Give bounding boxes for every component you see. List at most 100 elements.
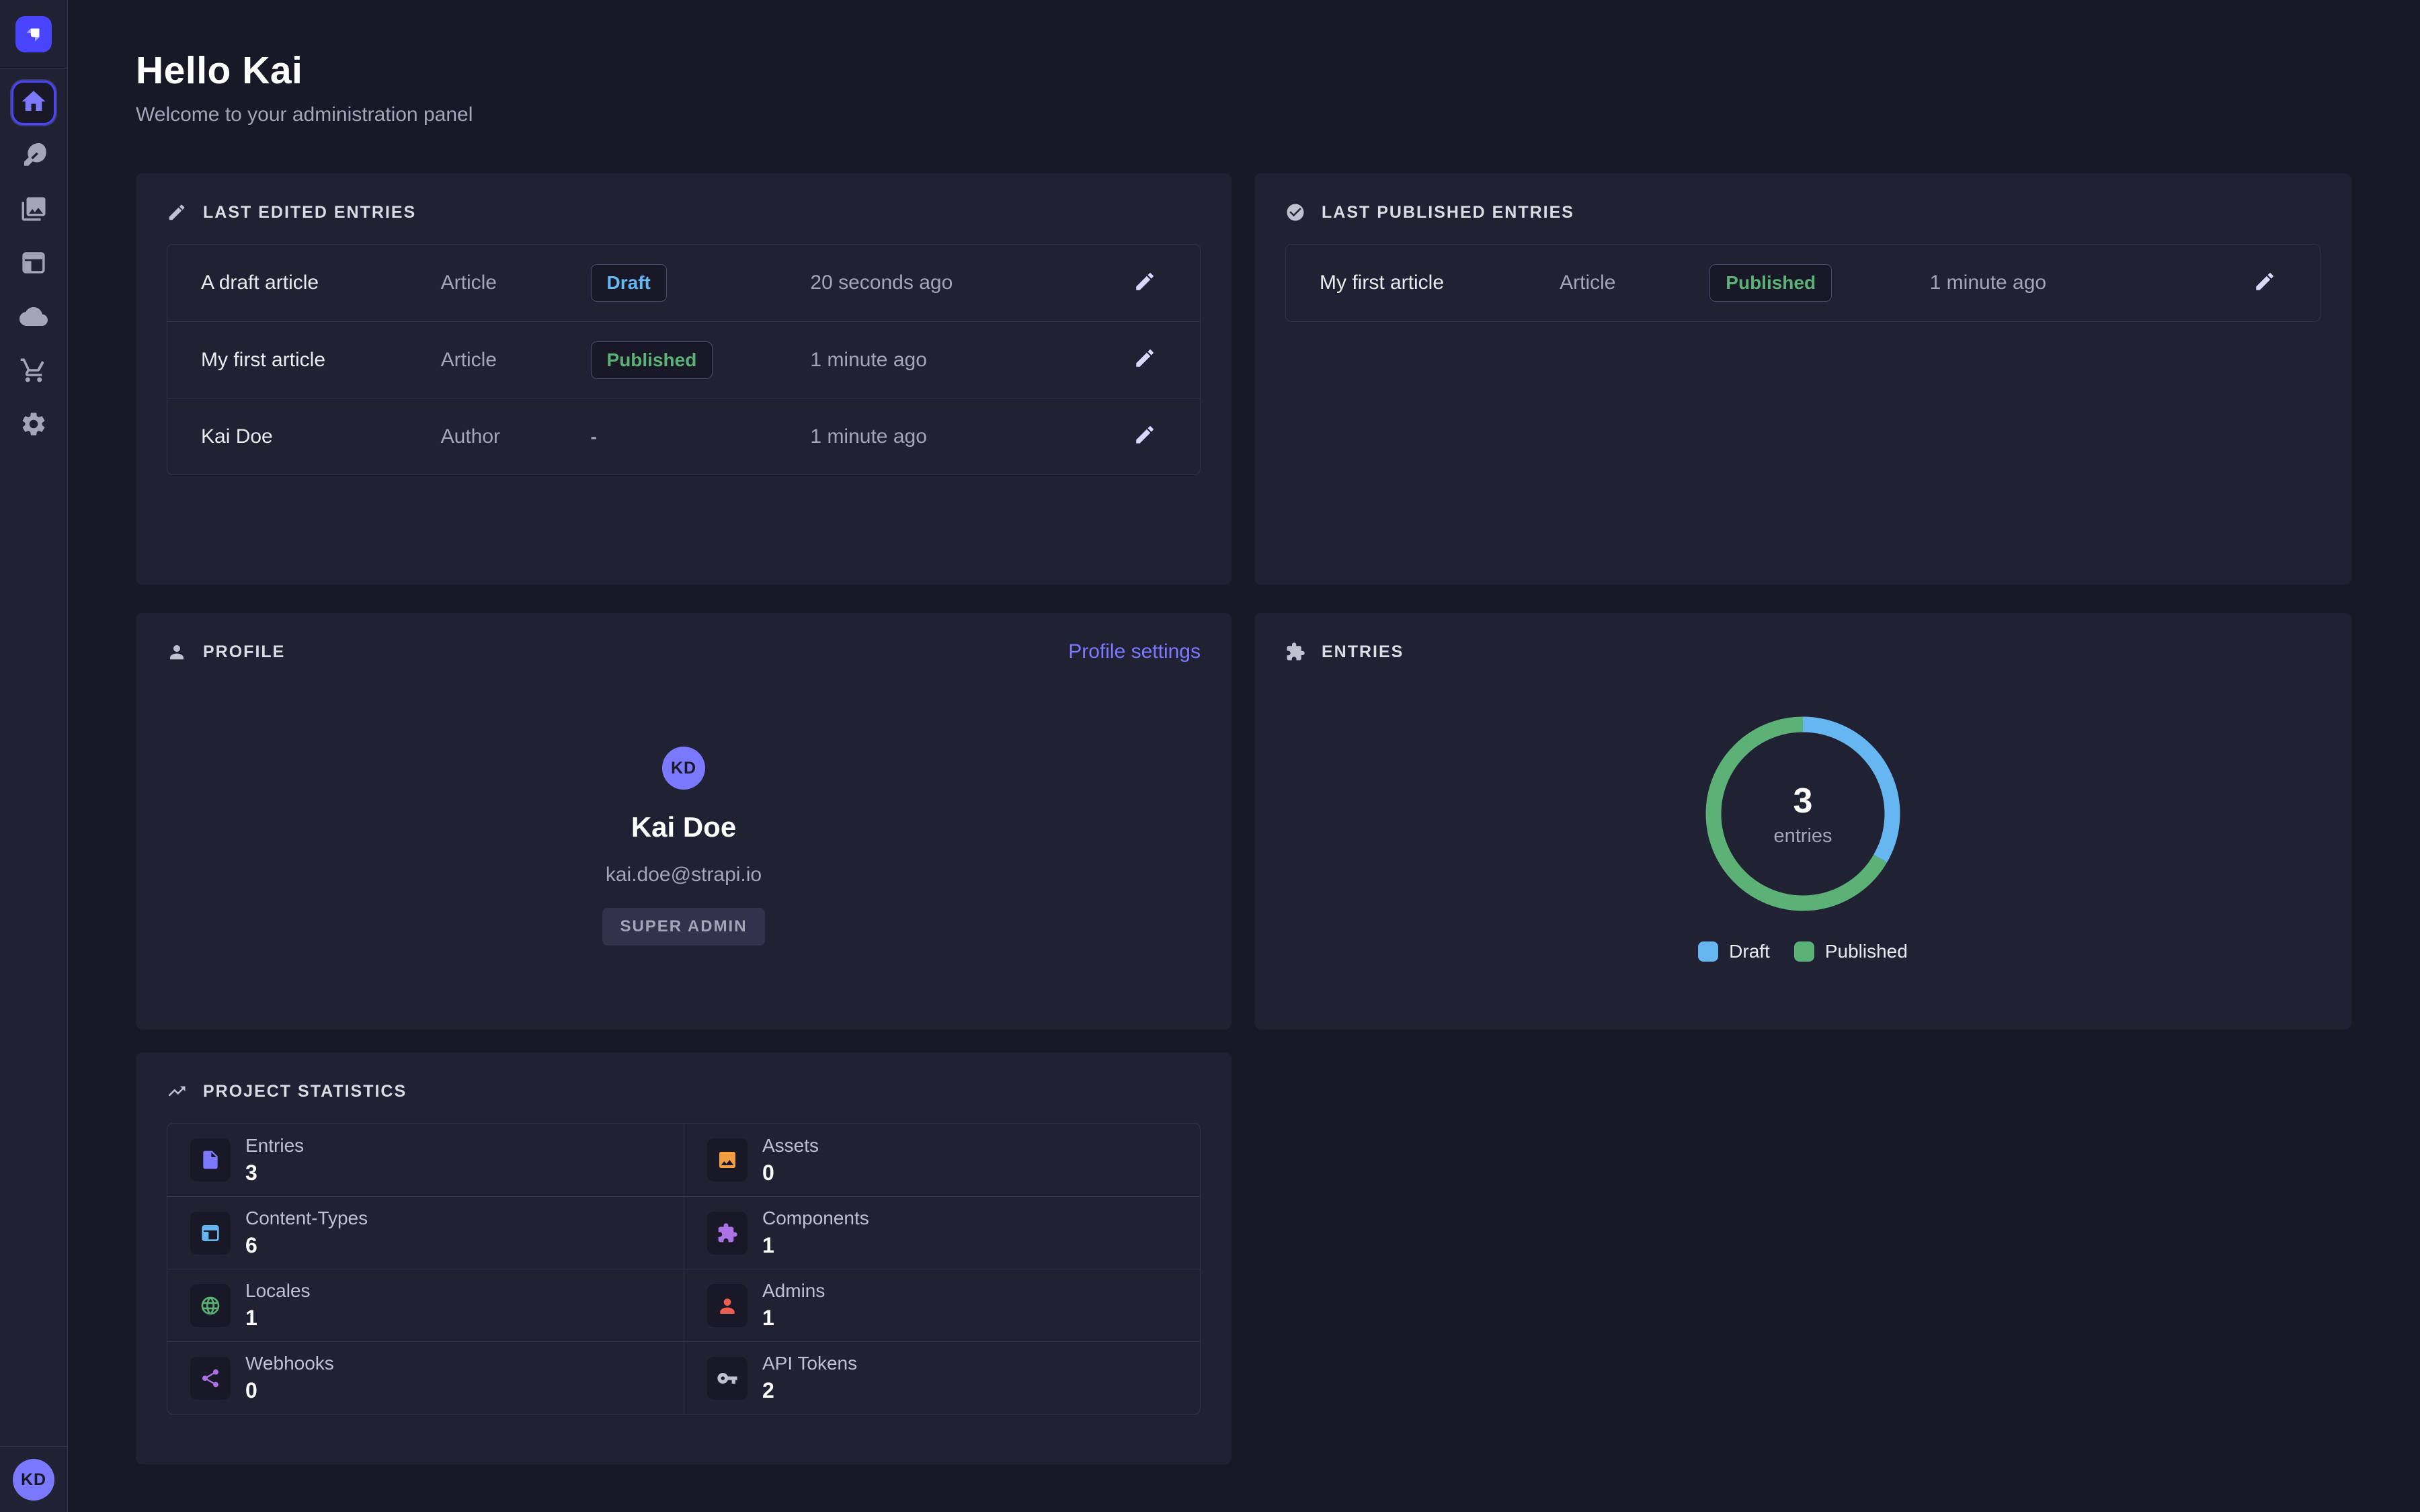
statistics-table: Entries 3 Assets 0 [167,1123,1201,1415]
stat-webhooks: Webhooks 0 [167,1341,684,1414]
edit-pencil-icon[interactable] [1133,270,1156,296]
status-badge: Published [1709,264,1832,302]
stat-api-tokens: API Tokens 2 [684,1341,1200,1414]
entry-name: My first article [201,349,441,372]
table-row[interactable]: A draft article Article Draft 20 seconds… [167,245,1200,321]
card-title: PROFILE [203,642,285,662]
stat-label: Webhooks [245,1353,334,1374]
sidebar-item-home[interactable] [11,81,56,125]
stat-label: Locales [245,1280,311,1302]
check-circle-icon [1285,202,1305,222]
stat-content-types: Content-Types 6 [167,1196,684,1269]
last-published-table: My first article Article Published 1 min… [1285,244,2321,322]
entries-chart-card: ENTRIES 3 entries [1254,613,2351,1030]
globe-icon [190,1284,231,1327]
layout-icon [190,1212,231,1255]
user-icon [707,1284,748,1327]
stat-label: Entries [245,1135,304,1157]
stat-value: 1 [762,1233,869,1258]
status-badge: Draft [591,264,667,302]
stat-locales: Locales 1 [167,1269,684,1341]
card-title: LAST PUBLISHED ENTRIES [1322,203,1574,222]
file-icon [190,1138,231,1181]
table-row[interactable]: Kai Doe Author - 1 minute ago [167,398,1200,474]
stat-label: Components [762,1208,869,1229]
entries-count: 3 [1793,781,1813,821]
entry-time: 20 seconds ago [810,271,1090,294]
edit-pencil-icon[interactable] [2253,270,2276,296]
entry-time: 1 minute ago [1930,271,2210,294]
entry-type: Author [441,425,591,448]
entries-donut-chart: 3 entries [1699,710,1907,918]
stat-assets: Assets 0 [684,1124,1200,1196]
image-icon [707,1138,748,1181]
page-subtitle: Welcome to your administration panel [136,103,2420,126]
sidebar: KD [0,0,68,1512]
role-badge: SUPER ADMIN [602,908,764,946]
stat-value: 1 [245,1306,311,1331]
profile-settings-link[interactable]: Profile settings [1068,640,1201,663]
sidebar-item-marketplace[interactable] [11,349,56,394]
profile-avatar: KD [662,747,705,790]
sidebar-nav [0,69,67,448]
entry-time: 1 minute ago [810,425,1090,448]
stat-entries: Entries 3 [167,1124,684,1196]
entry-time: 1 minute ago [810,349,1090,372]
cloud-icon [19,302,48,334]
edit-pencil-icon[interactable] [1133,423,1156,450]
sidebar-item-cloud[interactable] [11,296,56,340]
home-icon [19,87,48,119]
pencil-icon [167,202,187,222]
trending-up-icon [167,1081,187,1101]
sidebar-item-media-library[interactable] [11,188,56,233]
strapi-logo[interactable] [15,16,52,52]
table-row[interactable]: My first article Article Published 1 min… [167,321,1200,398]
user-avatar[interactable]: KD [13,1459,54,1501]
legend-draft: Draft [1698,941,1770,962]
stat-value: 3 [245,1161,304,1185]
stat-components: Components 1 [684,1196,1200,1269]
stat-label: Assets [762,1135,819,1157]
person-icon [167,642,187,662]
sidebar-item-content-manager[interactable] [11,134,56,179]
entry-name: A draft article [201,271,441,294]
entry-name: My first article [1320,271,1560,294]
card-title: LAST EDITED ENTRIES [203,203,416,222]
stat-value: 0 [762,1161,819,1185]
card-title: ENTRIES [1322,642,1404,662]
legend-label: Published [1825,941,1908,962]
chart-legend: Draft Published [1698,941,1908,962]
images-icon [19,195,48,226]
sidebar-item-settings[interactable] [11,403,56,448]
last-edited-table: A draft article Article Draft 20 seconds… [167,244,1201,475]
share-nodes-icon [190,1357,231,1400]
card-title: PROJECT STATISTICS [203,1082,407,1101]
project-statistics-card: PROJECT STATISTICS Entries 3 [136,1052,1232,1464]
edit-pencil-icon[interactable] [1133,347,1156,373]
stat-label: Admins [762,1280,825,1302]
feather-pen-icon [19,141,48,173]
profile-email: kai.doe@strapi.io [606,864,762,886]
table-row[interactable]: My first article Article Published 1 min… [1286,245,2320,321]
stat-label: Content-Types [245,1208,368,1229]
stat-admins: Admins 1 [684,1269,1200,1341]
stat-value: 2 [762,1378,857,1403]
stat-value: 1 [762,1306,825,1331]
draft-swatch [1698,941,1718,962]
legend-published: Published [1794,941,1908,962]
entry-type: Article [441,349,591,372]
puzzle-icon [707,1212,748,1255]
key-icon [707,1357,748,1400]
legend-label: Draft [1729,941,1770,962]
page-title: Hello Kai [136,48,2420,93]
stat-label: API Tokens [762,1353,857,1374]
sidebar-item-content-type-builder[interactable] [11,242,56,286]
last-edited-entries-card: LAST EDITED ENTRIES A draft article Arti… [136,173,1232,585]
profile-card: PROFILE Profile settings KD Kai Doe kai.… [136,613,1232,1030]
strapi-logo-icon [22,23,45,46]
status-badge: - [591,426,597,448]
layout-icon [19,249,48,280]
sidebar-bottom-divider [0,1446,68,1447]
gear-icon [19,410,48,442]
stat-value: 6 [245,1233,368,1258]
